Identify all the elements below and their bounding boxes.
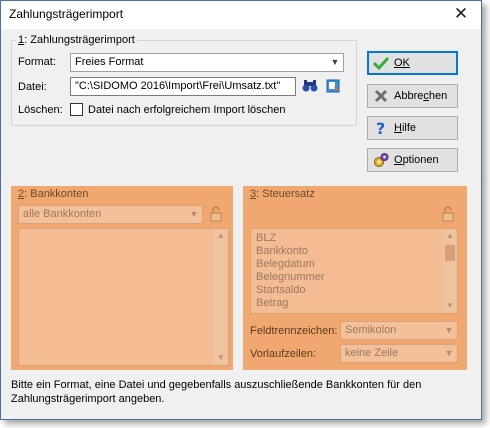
scroll-thumb[interactable]	[445, 245, 455, 261]
delete-label: Löschen:	[18, 104, 63, 116]
title-bar[interactable]: Zahlungsträgerimport ✕	[1, 1, 481, 29]
check-icon	[372, 54, 390, 72]
info-text: Bitte ein Format, eine Datei und gegeben…	[11, 379, 422, 405]
tax-group-legend: 3: Steuersatz	[250, 188, 315, 200]
list-item[interactable]: Startsaldo	[256, 284, 306, 296]
list-item[interactable]: Belegnummer	[256, 271, 324, 283]
cancel-button[interactable]: Abbrechen	[367, 84, 458, 108]
ok-button-label: OK	[394, 57, 410, 69]
bank-accounts-select[interactable]: alle Bankkonten ▼	[18, 205, 203, 224]
open-file-icon[interactable]	[323, 76, 343, 96]
delete-checkbox-label[interactable]: Datei nach erfolgreichem Import löschen	[88, 104, 285, 116]
cancel-button-label: Abbrechen	[394, 90, 448, 102]
separator-select[interactable]: Semikolon ▼	[340, 321, 458, 340]
header-lines-value: keine Zeile	[345, 347, 399, 359]
scroll-down-icon[interactable]: ▼	[443, 299, 457, 313]
chevron-down-icon: ▼	[189, 209, 199, 219]
bank-accounts-value: alle Bankkonten	[23, 208, 102, 220]
separator-label: Feldtrennzeichen:	[250, 325, 338, 337]
field-list-scrollbar[interactable]: ▲ ▼	[443, 229, 457, 313]
chevron-down-icon: ▼	[444, 325, 454, 335]
list-item[interactable]: Betrag	[256, 297, 288, 309]
dialog-window: Zahlungsträgerimport ✕ 1: Zahlungsträger…	[0, 0, 482, 420]
options-button-label: Optionen	[394, 154, 439, 166]
lock-icon[interactable]	[206, 204, 226, 224]
bank-group-legend: 2: Bankkonten	[18, 188, 89, 200]
bank-list-scrollbar[interactable]: ▲ ▼	[214, 229, 228, 365]
header-lines-label: Vorlaufzeilen:	[250, 348, 317, 360]
bank-accounts-list[interactable]: ▲ ▼	[18, 228, 229, 366]
lock-icon[interactable]	[438, 204, 458, 224]
cross-icon	[372, 87, 390, 105]
header-lines-select[interactable]: keine Zeile ▼	[340, 344, 458, 363]
chevron-down-icon: ▼	[444, 348, 454, 358]
help-button[interactable]: ? Hilfe	[367, 116, 458, 140]
field-order-list[interactable]: BLZ Bankkonto Belegdatum Belegnummer Sta…	[250, 228, 458, 314]
scroll-up-icon[interactable]: ▲	[443, 229, 457, 243]
browse-binoculars-icon[interactable]	[300, 76, 320, 96]
scroll-up-icon[interactable]: ▲	[214, 229, 228, 243]
list-item[interactable]: BLZ	[256, 232, 276, 244]
gears-icon	[372, 151, 390, 169]
delete-after-import-checkbox[interactable]	[70, 103, 83, 116]
list-item[interactable]: Bankkonto	[256, 245, 308, 257]
close-icon[interactable]: ✕	[451, 4, 471, 24]
chevron-down-icon: ▼	[330, 57, 340, 67]
scroll-down-icon[interactable]: ▼	[214, 351, 228, 365]
svg-text:?: ?	[376, 120, 385, 136]
format-label: Format:	[18, 56, 56, 68]
options-button[interactable]: Optionen	[367, 148, 458, 172]
format-select[interactable]: Freies Format ▼	[70, 53, 344, 72]
window-title: Zahlungsträgerimport	[9, 7, 124, 21]
help-button-label: Hilfe	[394, 122, 417, 134]
question-mark-icon: ?	[372, 119, 390, 137]
separator-value: Semikolon	[345, 324, 397, 336]
format-value: Freies Format	[75, 56, 144, 68]
file-path-input[interactable]: "C:\SIDOMO 2016\Import\Frei\Umsatz.txt"	[70, 77, 296, 96]
import-group-legend: 1: Zahlungsträgerimport	[18, 34, 135, 46]
ok-button[interactable]: OK	[367, 51, 458, 75]
list-item[interactable]: Belegdatum	[256, 258, 315, 270]
file-label: Datei:	[18, 81, 47, 93]
